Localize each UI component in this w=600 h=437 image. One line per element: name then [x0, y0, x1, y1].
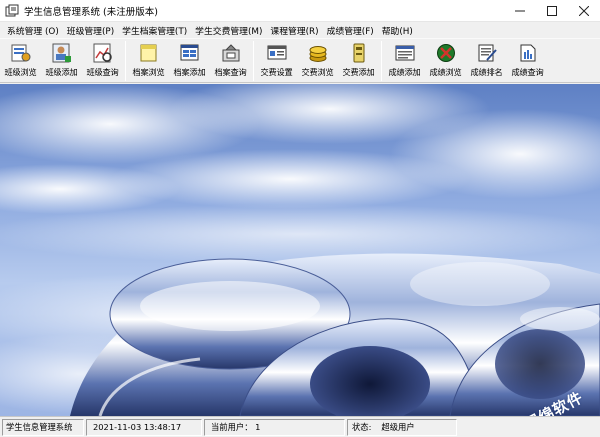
- class-browse-button[interactable]: 班级浏览: [0, 39, 41, 82]
- score-add-label: 成绩添加: [388, 67, 421, 77]
- fee-add-button[interactable]: 交费添加: [338, 39, 379, 82]
- score-query-icon: [520, 44, 535, 62]
- status-current-users: 当前用户： 1: [204, 418, 345, 436]
- score-rank-button[interactable]: 成绩排名: [466, 39, 507, 82]
- menu-archive[interactable]: 学生档案管理(T): [118, 24, 191, 37]
- fee-browse-label: 交费浏览: [301, 67, 334, 77]
- menu-bar: 系统管理 (O) 班级管理(P) 学生档案管理(T) 学生交费管理(M) 课程管…: [0, 22, 600, 38]
- fee-browse-button[interactable]: 交费浏览: [297, 39, 338, 82]
- toolbar-separator: [125, 41, 126, 81]
- fee-add-icon: [353, 43, 364, 63]
- score-browse-icon: [436, 44, 455, 62]
- score-rank-icon: [478, 44, 497, 62]
- archive-browse-label: 档案浏览: [132, 67, 165, 77]
- archive-add-button[interactable]: 档案添加: [169, 39, 210, 82]
- archive-browse-button[interactable]: 档案浏览: [128, 39, 169, 82]
- class-browse-label: 班级浏览: [4, 67, 37, 77]
- window-controls: [504, 0, 600, 22]
- archive-add-icon: [180, 44, 198, 61]
- class-query-label: 班级查询: [86, 67, 119, 77]
- menu-course[interactable]: 课程管理(R): [266, 24, 322, 37]
- menu-fee[interactable]: 学生交费管理(M): [191, 24, 266, 37]
- status-datetime: 2021-11-03 13:48:17: [86, 418, 202, 436]
- background-image: [0, 84, 600, 416]
- toolbar-separator: [253, 41, 254, 81]
- class-add-button[interactable]: 班级添加: [41, 39, 82, 82]
- score-rank-label: 成绩排名: [470, 67, 503, 77]
- menu-system[interactable]: 系统管理 (O): [3, 24, 63, 37]
- fee-settings-icon: [267, 45, 286, 60]
- fee-browse-icon: [309, 46, 326, 62]
- status-user-level: 状态: 超级用户: [347, 418, 457, 436]
- score-query-label: 成绩查询: [511, 67, 544, 77]
- archive-query-label: 档案查询: [214, 67, 247, 77]
- maximize-icon: [547, 6, 557, 16]
- toolbar-separator: [381, 41, 382, 81]
- menu-class[interactable]: 班级管理(P): [63, 24, 118, 37]
- score-add-button[interactable]: 成绩添加: [384, 39, 425, 82]
- menu-help[interactable]: 帮助(H): [378, 24, 417, 37]
- close-button[interactable]: [568, 0, 600, 22]
- main-background: [0, 84, 600, 416]
- score-add-icon: [395, 45, 414, 61]
- archive-browse-icon: [140, 44, 156, 62]
- toolbar: 班级浏览 班级添加 班级查询 档案浏览 档案添加 档案查询 交费设置 交费浏览 …: [0, 38, 600, 83]
- close-icon: [579, 6, 589, 16]
- fee-settings-label: 交费设置: [260, 67, 293, 77]
- minimize-button[interactable]: [504, 0, 536, 22]
- archive-query-icon: [222, 44, 239, 62]
- status-value: 超级用户: [381, 422, 415, 432]
- fee-settings-button[interactable]: 交费设置: [256, 39, 297, 82]
- minimize-icon: [515, 10, 525, 12]
- app-icon: [5, 4, 19, 16]
- fee-add-label: 交费添加: [342, 67, 375, 77]
- score-browse-button[interactable]: 成绩浏览: [425, 39, 466, 82]
- status-label: 状态:: [352, 422, 372, 432]
- class-add-label: 班级添加: [45, 67, 78, 77]
- archive-query-button[interactable]: 档案查询: [210, 39, 251, 82]
- archive-add-label: 档案添加: [173, 67, 206, 77]
- window-title: 学生信息管理系统 (未注册版本): [24, 6, 158, 18]
- class-query-button[interactable]: 班级查询: [82, 39, 123, 82]
- class-query-icon: [93, 43, 112, 63]
- menu-score[interactable]: 成绩管理(F): [323, 24, 378, 37]
- status-bar: 学生信息管理系统 2021-11-03 13:48:17 当前用户： 1 状态:…: [0, 416, 600, 437]
- class-add-icon: [52, 43, 71, 63]
- maximize-button[interactable]: [536, 0, 568, 22]
- score-query-button[interactable]: 成绩查询: [507, 39, 548, 82]
- status-app-name: 学生信息管理系统: [2, 418, 84, 436]
- class-browse-icon: [11, 44, 30, 62]
- score-browse-label: 成绩浏览: [429, 67, 462, 77]
- title-bar: 学生信息管理系统 (未注册版本): [0, 0, 600, 22]
